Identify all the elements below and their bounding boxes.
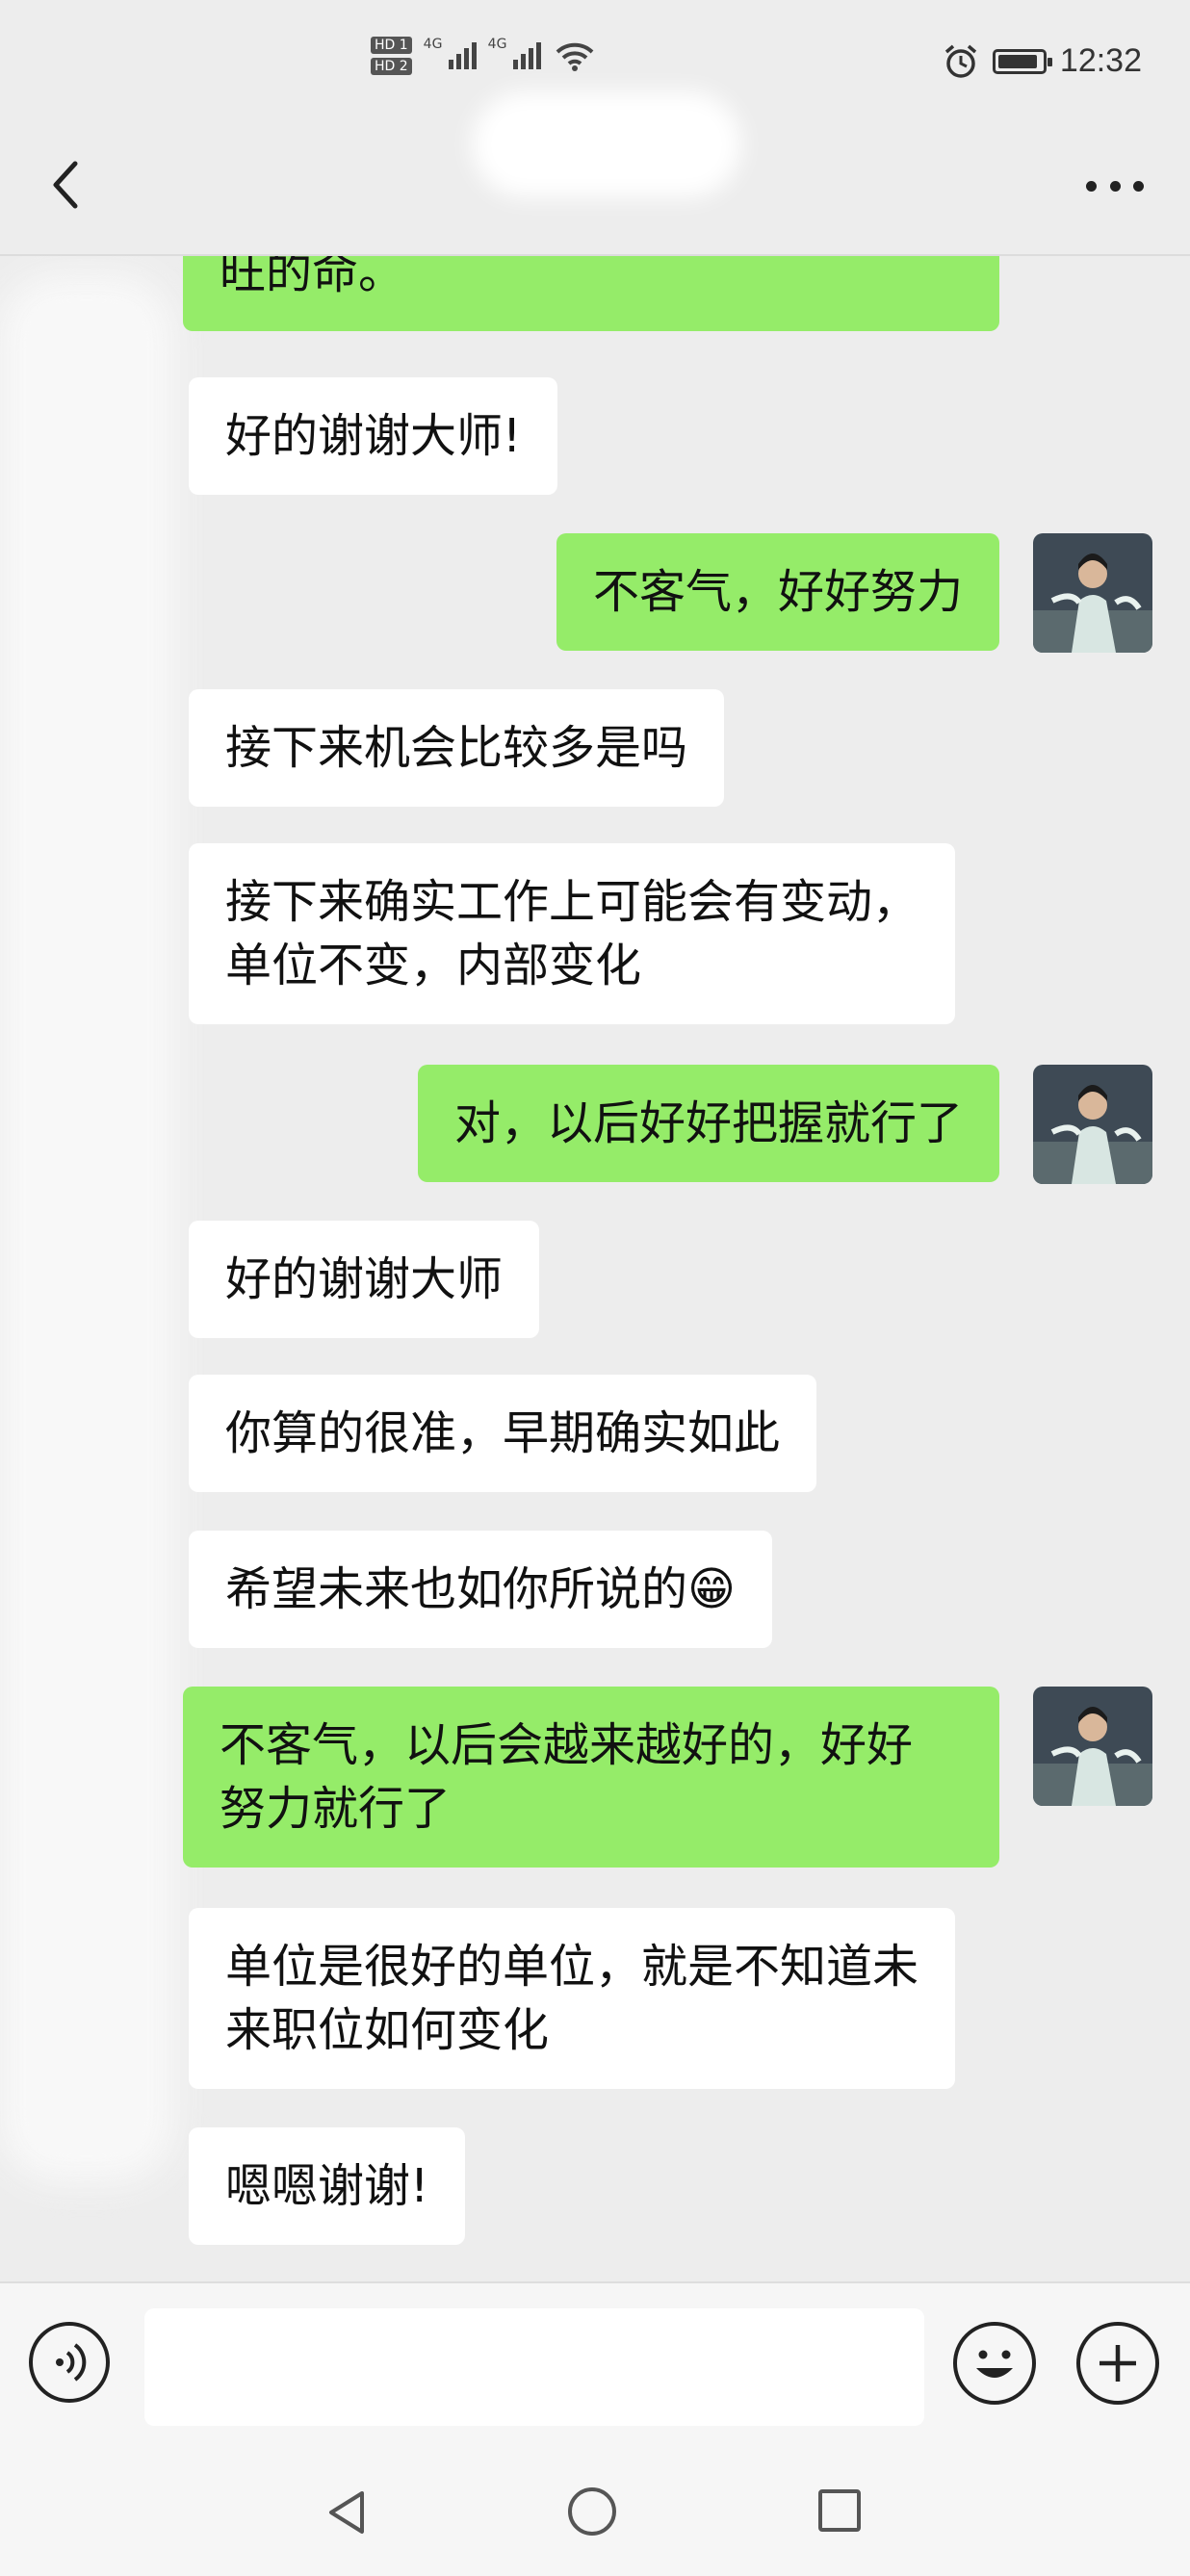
battery-icon <box>992 48 1052 74</box>
message-bubble-out[interactable]: 对，以后好好把握就行了 <box>417 1065 999 1182</box>
avatar[interactable] <box>1033 1065 1152 1184</box>
message-bubble-in[interactable]: 接下来确实工作上可能会有变动， 单位不变，内部变化 <box>189 843 956 1024</box>
signal-indicators: HD 1 HD 2 4G 4G <box>371 37 595 75</box>
chevron-left-icon[interactable] <box>46 156 85 214</box>
system-nav-bar <box>0 2449 1190 2576</box>
status-time: 12:32 <box>1059 42 1142 79</box>
plus-icon[interactable] <box>1076 2322 1159 2405</box>
sim-tags: HD 1 HD 2 <box>371 37 412 75</box>
chat-header <box>0 135 1190 254</box>
message-bubble-in[interactable]: 嗯嗯谢谢! <box>189 2127 466 2245</box>
network-tag-1: 4G <box>423 37 443 52</box>
network-tag-2: 4G <box>487 37 507 52</box>
emoji-icon[interactable] <box>953 2322 1036 2405</box>
message-bubble-in[interactable]: 接下来机会比较多是吗 <box>189 689 725 807</box>
circle-home-icon[interactable] <box>568 2487 616 2536</box>
avatar-image <box>1033 1065 1152 1184</box>
chat-message-list[interactable]: 旺的命。 好的谢谢大师! 不客气，好好努力 接下来机会比较多是吗 接下来确实工作… <box>0 256 1190 2281</box>
message-bubble-out[interactable]: 旺的命。 <box>183 256 999 331</box>
message-bubble-in[interactable]: 单位是很好的单位，就是不知道未 来职位如何变化 <box>189 1908 956 2089</box>
more-dots-icon[interactable] <box>1086 171 1144 200</box>
message-bubble-in[interactable]: 好的谢谢大师! <box>189 377 558 495</box>
avatar[interactable] <box>1033 533 1152 653</box>
sim-tag-2: HD 2 <box>371 58 412 75</box>
redaction-smear <box>0 275 173 2181</box>
message-bubble-in[interactable]: 好的谢谢大师 <box>189 1221 540 1338</box>
voice-wave-icon <box>56 2343 87 2382</box>
battery-fill <box>997 54 1037 68</box>
avatar[interactable] <box>1033 1687 1152 1806</box>
avatar-image <box>1033 533 1152 653</box>
message-input[interactable] <box>144 2308 924 2426</box>
message-bubble-in[interactable]: 你算的很准，早期确实如此 <box>189 1375 817 1492</box>
signal-1-icon: 4G <box>424 37 477 69</box>
input-bar <box>0 2281 1190 2451</box>
voice-icon[interactable] <box>29 2322 110 2403</box>
triangle-back-icon[interactable] <box>323 2487 370 2537</box>
signal-2-icon: 4G <box>488 37 541 69</box>
alarm-clock-icon <box>944 44 977 78</box>
sim-tag-1: HD 1 <box>371 37 412 54</box>
square-recent-icon[interactable] <box>818 2489 861 2532</box>
wifi-icon <box>556 42 594 71</box>
message-bubble-in[interactable]: 希望未来也如你所说的😁 <box>189 1531 773 1648</box>
plus-cross-icon <box>1099 2345 1136 2382</box>
message-bubble-out[interactable]: 不客气，以后会越来越好的，好好 努力就行了 <box>183 1687 999 1868</box>
status-right: 12:32 <box>943 42 1142 80</box>
avatar-image <box>1033 1687 1152 1806</box>
smiley-face-icon <box>976 2350 1013 2378</box>
message-bubble-out[interactable]: 不客气，好好努力 <box>556 533 999 651</box>
